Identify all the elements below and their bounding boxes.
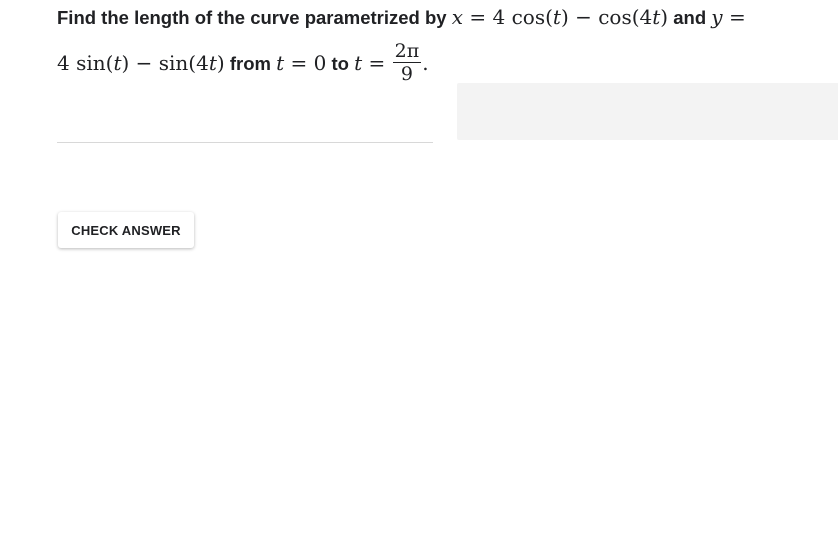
math-part: = bbox=[362, 51, 392, 75]
math-part: = 4 cos( bbox=[463, 5, 553, 29]
answer-underline bbox=[57, 142, 433, 143]
math-y-start: y = bbox=[711, 5, 745, 29]
math-part: ) − cos(4 bbox=[560, 5, 653, 29]
math-part: ) bbox=[216, 51, 225, 75]
fraction-denominator: 9 bbox=[400, 63, 413, 85]
check-answer-button[interactable]: CHECK ANSWER bbox=[58, 212, 194, 248]
question-prefix: Find the length of the curve parametrize… bbox=[57, 7, 452, 28]
math-y-expression: 4 sin(t) − sin(4t) bbox=[57, 51, 225, 75]
math-part: 4 sin( bbox=[57, 51, 114, 75]
var-t: t bbox=[276, 51, 285, 75]
math-part: = bbox=[722, 5, 746, 29]
math-part: ) bbox=[660, 5, 669, 29]
var-y: y bbox=[711, 5, 723, 29]
math-t-end: t = 2π 9. bbox=[354, 40, 429, 85]
var-t: t bbox=[552, 5, 561, 29]
math-part: . bbox=[422, 51, 429, 75]
math-part: = 0 bbox=[284, 51, 327, 75]
question-line-2: 4 sin(t) − sin(4t) from t = 0 to t = 2π 9… bbox=[57, 40, 429, 87]
math-t-start: t = 0 bbox=[276, 51, 326, 75]
var-x: x bbox=[451, 5, 464, 29]
and-text: and bbox=[668, 7, 712, 28]
from-text: from bbox=[224, 53, 277, 74]
fraction: 2π 9 bbox=[392, 40, 422, 85]
var-t: t bbox=[208, 51, 217, 75]
math-x-equation: x = 4 cos(t) − cos(4t) bbox=[452, 5, 668, 29]
answer-input[interactable] bbox=[457, 83, 838, 140]
to-text: to bbox=[326, 53, 355, 74]
question-line-1: Find the length of the curve parametrize… bbox=[57, 2, 746, 33]
var-t: t bbox=[354, 51, 363, 75]
math-part: ) − sin(4 bbox=[121, 51, 209, 75]
fraction-numerator: 2π bbox=[392, 40, 422, 63]
